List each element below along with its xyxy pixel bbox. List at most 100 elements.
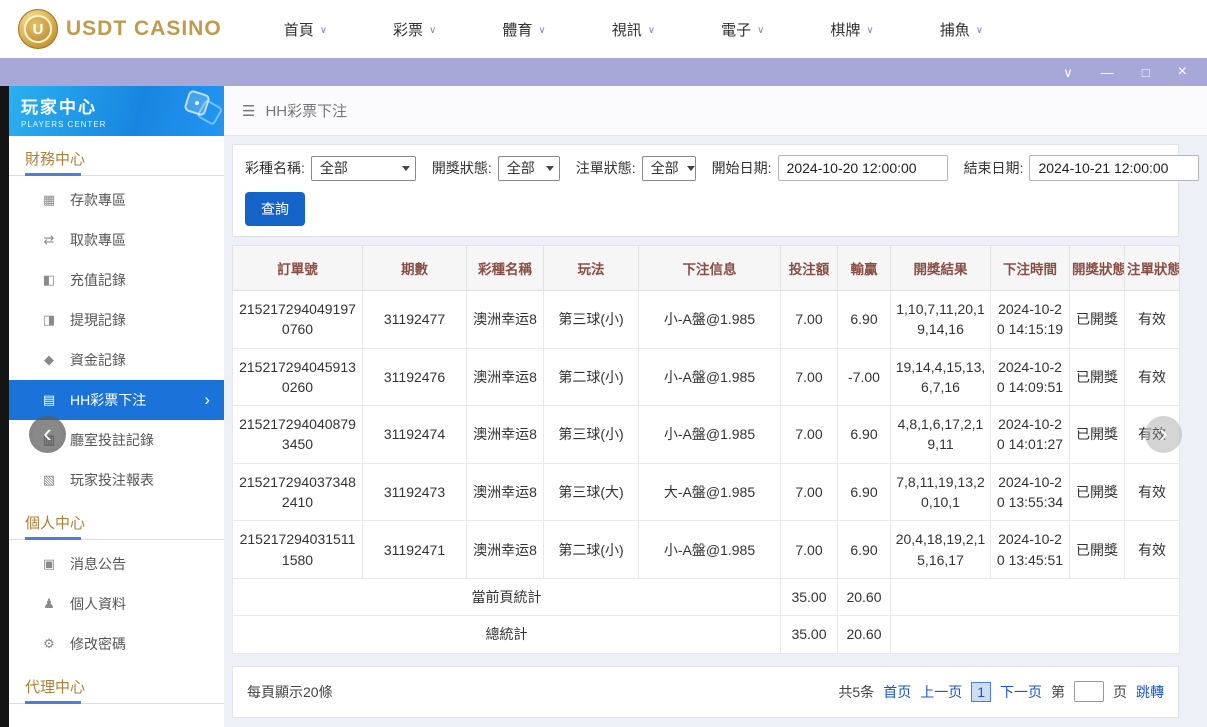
sidebar-item-hh-lottery-bets[interactable]: ▤HH彩票下注› [9, 380, 224, 420]
menu-icon[interactable]: ☰ [242, 102, 255, 120]
col-order-status: 注單狀態 [1125, 246, 1180, 291]
cell-lottery: 澳洲幸运8 [467, 406, 544, 464]
nav-item-electronic[interactable]: 電子∨ [721, 19, 764, 40]
menu-label: 充值記錄 [70, 270, 126, 290]
cell-bet-info: 小-A盤@1.985 [639, 348, 781, 406]
page-summary-win-loss: 20.60 [838, 578, 891, 615]
sidebar-item-funds-record[interactable]: ◆資金記錄 [9, 340, 224, 380]
cell-bet-info: 小-A盤@1.985 [639, 406, 781, 464]
cell-order-status: 有效 [1125, 348, 1180, 406]
cell-result: 7,8,11,19,13,20,10,1 [891, 463, 991, 521]
carousel-left-arrow[interactable]: ‹ [29, 416, 66, 453]
nav-label: 棋牌 [830, 19, 860, 40]
cell-amount: 7.00 [781, 406, 838, 464]
menu-label: 廳室投註記錄 [70, 430, 154, 450]
cell-lottery: 澳洲幸运8 [467, 348, 544, 406]
select-value: 全部 [651, 158, 679, 178]
bet-report-icon: ▧ [41, 472, 57, 488]
sidebar-item-withdraw[interactable]: ⇄取款專區 [9, 220, 224, 260]
end-date-input[interactable] [1029, 155, 1199, 181]
person-icon: ♟ [41, 596, 57, 612]
page-jump-input[interactable] [1074, 681, 1104, 702]
carousel-right-arrow[interactable]: › [1145, 416, 1182, 453]
total-summary-label: 總統計 [233, 616, 781, 653]
sidebar-item-profile[interactable]: ♟個人資料 [9, 584, 224, 624]
players-center-header: 玩家中心 PLAYERS CENTER [9, 86, 224, 136]
window-maximize-button[interactable]: □ [1142, 66, 1150, 79]
nav-label: 彩票 [393, 19, 423, 40]
lottery-name-select[interactable]: 全部 [311, 156, 416, 181]
cell-bet-info: 大-A盤@1.985 [639, 463, 781, 521]
sidebar-item-deposit[interactable]: ▦存款專區 [9, 180, 224, 220]
draw-status-select[interactable]: 全部 [498, 156, 560, 181]
order-status-label: 注單狀態: [576, 158, 636, 178]
nav-item-sports[interactable]: 體育∨ [502, 19, 545, 40]
window-minimize-button[interactable]: — [1101, 66, 1114, 79]
withdraw-icon: ⇄ [41, 232, 57, 248]
dropdown-arrow-icon [546, 166, 554, 171]
cell-order-status: 有效 [1125, 521, 1180, 579]
col-period: 期數 [363, 246, 467, 291]
jump-link[interactable]: 跳轉 [1136, 682, 1164, 702]
prev-page-link[interactable]: 上一页 [920, 682, 962, 702]
nav-label: 視訊 [612, 19, 642, 40]
chevron-down-icon: ∨ [648, 25, 655, 36]
cell-play: 第二球(小) [544, 521, 639, 579]
table-row: 2152172940315111580 31192471 澳洲幸运8 第二球(小… [233, 521, 1180, 579]
cell-period: 31192477 [363, 291, 467, 349]
total-summary-amount: 35.00 [781, 616, 838, 653]
sidebar-item-withdraw-record[interactable]: ◨提現記錄 [9, 300, 224, 340]
page-summary-label: 當前頁統計 [233, 578, 781, 615]
sidebar-item-player-bet-report[interactable]: ▧玩家投注報表 [9, 460, 224, 500]
first-page-link[interactable]: 首页 [883, 682, 911, 702]
table-row: 2152172940491970760 31192477 澳洲幸运8 第三球(小… [233, 291, 1180, 349]
section-divider [9, 175, 224, 176]
sidebar-item-recharge-record[interactable]: ◧充值記錄 [9, 260, 224, 300]
total-summary-empty [891, 616, 1180, 653]
start-date-label: 開始日期: [712, 158, 772, 178]
menu-label: 修改密碼 [70, 634, 126, 654]
cell-period: 31192473 [363, 463, 467, 521]
cell-bet-info: 小-A盤@1.985 [639, 291, 781, 349]
content-area: 彩種名稱: 全部 開獎狀態: 全部 注單狀態: 全部 開始日期: [224, 136, 1207, 718]
chevron-down-icon: ∨ [429, 25, 436, 36]
table-row: 2152172940408793450 31192474 澳洲幸运8 第三球(小… [233, 406, 1180, 464]
menu-label: 消息公告 [70, 554, 126, 574]
menu-label: 提現記錄 [70, 310, 126, 330]
pagination-bar: 每頁顯示20條 共5条 首页 上一页 1 下一页 第 页 跳轉 [232, 666, 1179, 718]
nav-item-chess[interactable]: 棋牌∨ [830, 19, 873, 40]
cell-time: 2024-10-20 13:45:51 [991, 521, 1070, 579]
filter-panel: 彩種名稱: 全部 開獎狀態: 全部 注單狀態: 全部 開始日期: [232, 144, 1179, 237]
section-agent-title: 代理中心 [9, 664, 224, 703]
cell-amount: 7.00 [781, 521, 838, 579]
cell-lottery: 澳洲幸运8 [467, 521, 544, 579]
start-date-input[interactable] [778, 155, 948, 181]
logo[interactable]: U USDT CASINO [18, 9, 222, 49]
nav-item-video[interactable]: 視訊 ∨ [612, 19, 655, 40]
main-nav: 首頁∨ 彩票 ∨ 體育∨ 視訊 ∨ 電子∨ 棋牌∨ 捕魚∨ [284, 19, 983, 40]
window-collapse-button[interactable]: ∨ [1063, 66, 1073, 79]
sidebar-item-announcements[interactable]: ▣消息公告 [9, 544, 224, 584]
next-page-link[interactable]: 下一页 [1000, 682, 1042, 702]
nav-item-lottery[interactable]: 彩票 ∨ [393, 19, 436, 40]
sidebar-item-change-password[interactable]: ⚙修改密碼 [9, 624, 224, 664]
order-status-select[interactable]: 全部 [642, 156, 696, 181]
cell-draw-status: 已開獎 [1070, 521, 1125, 579]
cell-amount: 7.00 [781, 463, 838, 521]
cell-order-id: 2152172940373482410 [233, 463, 363, 521]
nav-item-fishing[interactable]: 捕魚∨ [940, 19, 983, 40]
coin-icon: U [18, 9, 58, 49]
search-button[interactable]: 查詢 [245, 192, 305, 226]
col-result: 開獎結果 [891, 246, 991, 291]
dropdown-arrow-icon [687, 166, 695, 171]
current-page-indicator[interactable]: 1 [971, 682, 991, 702]
nav-item-home[interactable]: 首頁∨ [284, 19, 327, 40]
cell-time: 2024-10-20 13:55:34 [991, 463, 1070, 521]
col-order-id: 訂單號 [233, 246, 363, 291]
cell-period: 31192474 [363, 406, 467, 464]
page-suffix-text: 页 [1113, 682, 1127, 702]
cell-draw-status: 已開獎 [1070, 348, 1125, 406]
end-date-label: 結束日期: [964, 158, 1024, 178]
logo-text: USDT CASINO [66, 17, 222, 41]
window-close-button[interactable]: × [1178, 64, 1187, 80]
